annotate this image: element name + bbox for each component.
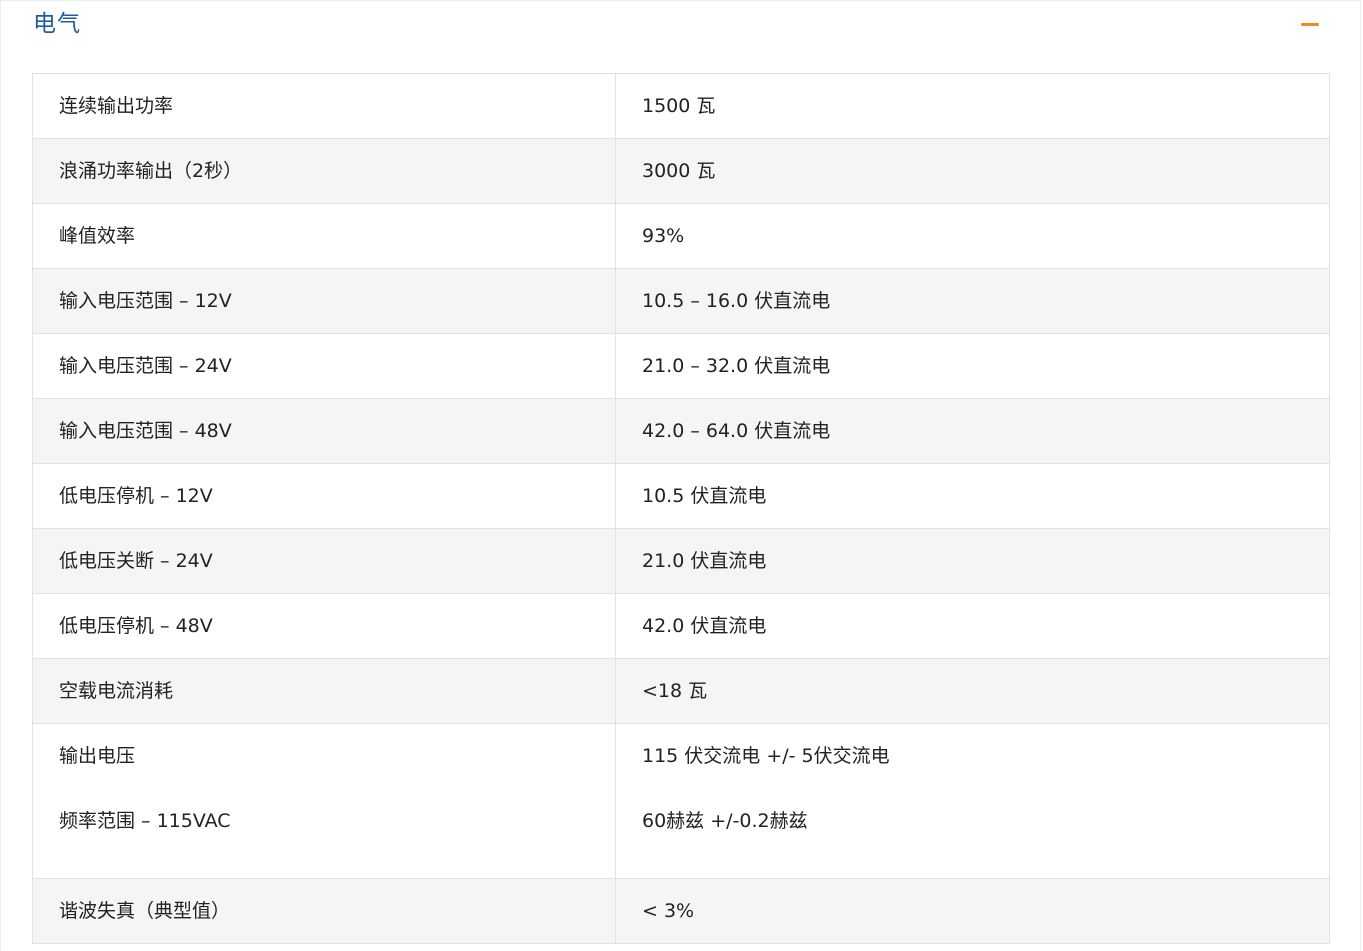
spec-value: 115 伏交流电 +/- 5伏交流电 <box>642 745 890 767</box>
spec-value: 42.0 – 64.0 伏直流电 <box>615 398 1330 464</box>
spec-label: 低电压停机 – 48V <box>32 593 616 659</box>
table-row: 谐波失真（典型值） < 3% <box>32 878 1330 944</box>
table-row: 输出电压 频率范围 – 115VAC 115 伏交流电 +/- 5伏交流电 60… <box>32 723 1330 879</box>
spec-value: 93% <box>615 203 1330 269</box>
spec-value: 10.5 – 16.0 伏直流电 <box>615 268 1330 334</box>
spec-label: 输入电压范围 – 48V <box>32 398 616 464</box>
spec-label: 连续输出功率 <box>32 73 616 139</box>
table-row: 输入电压范围 – 12V 10.5 – 16.0 伏直流电 <box>32 268 1330 334</box>
table-row: 低电压关断 – 24V 21.0 伏直流电 <box>32 528 1330 594</box>
spec-label: 低电压停机 – 12V <box>32 463 616 529</box>
spec-value: 42.0 伏直流电 <box>615 593 1330 659</box>
spec-label-secondary: 频率范围 – 115VAC <box>59 810 231 832</box>
spec-label: 峰值效率 <box>32 203 616 269</box>
spec-value-cell: 115 伏交流电 +/- 5伏交流电 60赫兹 +/-0.2赫兹 <box>615 723 1330 879</box>
spec-value-secondary: 60赫兹 +/-0.2赫兹 <box>642 810 808 832</box>
table-row: 输入电压范围 – 24V 21.0 – 32.0 伏直流电 <box>32 333 1330 399</box>
spec-label: 输出电压 <box>59 745 136 767</box>
spec-value: 1500 瓦 <box>615 73 1330 139</box>
spec-value: 10.5 伏直流电 <box>615 463 1330 529</box>
section-header-electrical[interactable]: 电气 <box>33 0 1328 50</box>
table-row: 低电压停机 – 48V 42.0 伏直流电 <box>32 593 1330 659</box>
spec-label: 空载电流消耗 <box>32 658 616 724</box>
minus-icon[interactable] <box>1298 14 1322 34</box>
spec-value: 21.0 伏直流电 <box>615 528 1330 594</box>
table-row: 低电压停机 – 12V 10.5 伏直流电 <box>32 463 1330 529</box>
minus-icon-bar <box>1301 23 1319 26</box>
spec-label: 输入电压范围 – 12V <box>32 268 616 334</box>
table-row: 输入电压范围 – 48V 42.0 – 64.0 伏直流电 <box>32 398 1330 464</box>
table-row: 连续输出功率 1500 瓦 <box>32 73 1330 139</box>
spec-value: <18 瓦 <box>615 658 1330 724</box>
section-title: 电气 <box>33 11 81 37</box>
spec-value: 3000 瓦 <box>615 138 1330 204</box>
spec-label: 浪涌功率输出（2秒） <box>32 138 616 204</box>
spec-table: 连续输出功率 1500 瓦 浪涌功率输出（2秒） 3000 瓦 峰值效率 93%… <box>32 73 1330 944</box>
table-row: 空载电流消耗 <18 瓦 <box>32 658 1330 724</box>
spec-label: 谐波失真（典型值） <box>32 878 616 944</box>
table-row: 浪涌功率输出（2秒） 3000 瓦 <box>32 138 1330 204</box>
spec-label: 低电压关断 – 24V <box>32 528 616 594</box>
spec-value: < 3% <box>615 878 1330 944</box>
spec-label-cell: 输出电压 频率范围 – 115VAC <box>32 723 616 879</box>
spec-value: 21.0 – 32.0 伏直流电 <box>615 333 1330 399</box>
spec-label: 输入电压范围 – 24V <box>32 333 616 399</box>
table-row: 峰值效率 93% <box>32 203 1330 269</box>
